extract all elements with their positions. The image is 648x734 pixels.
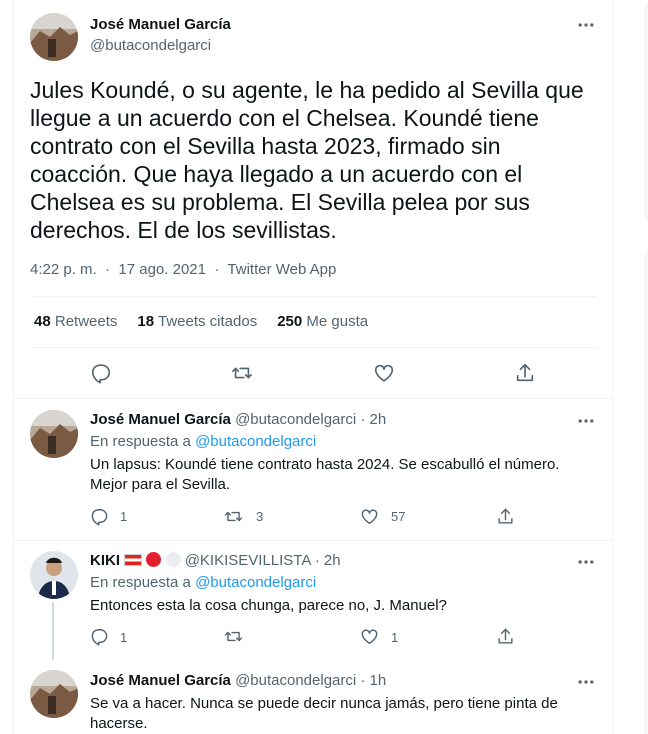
like-count: 1 (391, 630, 399, 645)
reply-time[interactable]: · 2h (360, 411, 386, 428)
divider (14, 540, 612, 541)
reply-text: Se va a hacer. Nunca se puede decir nunc… (90, 695, 558, 732)
more-icon[interactable] (574, 409, 598, 433)
tweet-text: Jules Koundé, o su agente, le ha pedido … (30, 77, 584, 243)
more-icon[interactable] (574, 670, 598, 694)
reply-to-line: En respuesta a @butacondelgarci (90, 574, 317, 591)
reply-time[interactable]: · 2h (315, 552, 341, 569)
thread-line (52, 602, 54, 660)
reply-time[interactable]: · 1h (360, 672, 386, 689)
reply-author-handle[interactable]: @KIKISEVILLISTA (185, 552, 311, 569)
reply-author-name[interactable]: KIKI (90, 552, 120, 569)
flag-icon (124, 554, 143, 566)
divider (30, 296, 596, 297)
reply-author-handle[interactable]: @butacondelgarci (235, 672, 356, 689)
reply-avatar[interactable] (30, 551, 78, 599)
reply-author-handle[interactable]: @butacondelgarci (235, 411, 356, 428)
author-handle[interactable]: @butacondelgarci (90, 37, 211, 54)
red-circle-icon (146, 552, 162, 567)
reply-header: KIKI @KIKISEVILLISTA · 2h (90, 552, 341, 569)
share-icon[interactable] (496, 507, 518, 529)
tweet-time[interactable]: 4:22 p. m. (30, 261, 97, 278)
share-icon[interactable] (496, 627, 518, 649)
white-circle-icon (165, 552, 181, 567)
tweet-date[interactable]: 17 ago. 2021 (118, 261, 206, 278)
reply-icon[interactable] (90, 362, 112, 384)
quotes-stat[interactable]: 18 Tweets citados (137, 313, 257, 330)
reply-icon[interactable] (90, 507, 112, 529)
likes-stat[interactable]: 250 Me gusta (277, 313, 368, 330)
like-icon[interactable] (360, 627, 382, 649)
author-name[interactable]: José Manuel García (90, 16, 231, 33)
reply-avatar[interactable] (30, 410, 78, 458)
retweet-icon[interactable] (231, 362, 253, 384)
tweet-stats: 48 Retweets 18 Tweets citados 250 Me gus… (34, 313, 368, 330)
tweet-source[interactable]: Twitter Web App (227, 261, 336, 278)
reply-header: José Manuel García @butacondelgarci · 1h (90, 672, 386, 689)
reply-author-name[interactable]: José Manuel García (90, 672, 231, 689)
reply-to-line: En respuesta a @butacondelgarci (90, 433, 317, 450)
more-icon[interactable] (574, 13, 598, 37)
like-count: 57 (391, 509, 406, 524)
reply-icon[interactable] (90, 627, 112, 649)
like-icon[interactable] (360, 507, 382, 529)
retweet-icon[interactable] (224, 627, 246, 649)
retweets-stat[interactable]: 48 Retweets (34, 313, 117, 330)
divider (30, 347, 596, 348)
author-avatar[interactable] (30, 13, 78, 61)
reply-text: Entonces esta la cosa chunga, parece no,… (90, 597, 447, 614)
retweet-icon[interactable] (224, 507, 246, 529)
reply-header: José Manuel García @butacondelgarci · 2h (90, 411, 386, 428)
more-icon[interactable] (574, 550, 598, 574)
reply-author-name[interactable]: José Manuel García (90, 411, 231, 428)
share-icon[interactable] (514, 362, 536, 384)
reply-count: 1 (120, 509, 128, 524)
tweet-meta: 4:22 p. m. · 17 ago. 2021 · Twitter Web … (30, 261, 337, 278)
reply-to-link[interactable]: @butacondelgarci (195, 574, 316, 591)
reply-to-link[interactable]: @butacondelgarci (195, 433, 316, 450)
reply-count: 1 (120, 630, 128, 645)
retweet-count: 3 (256, 509, 264, 524)
reply-text: Un lapsus: Koundé tiene contrato hasta 2… (90, 456, 560, 493)
like-icon[interactable] (373, 362, 395, 384)
divider (14, 398, 612, 399)
reply-avatar[interactable] (30, 670, 78, 718)
